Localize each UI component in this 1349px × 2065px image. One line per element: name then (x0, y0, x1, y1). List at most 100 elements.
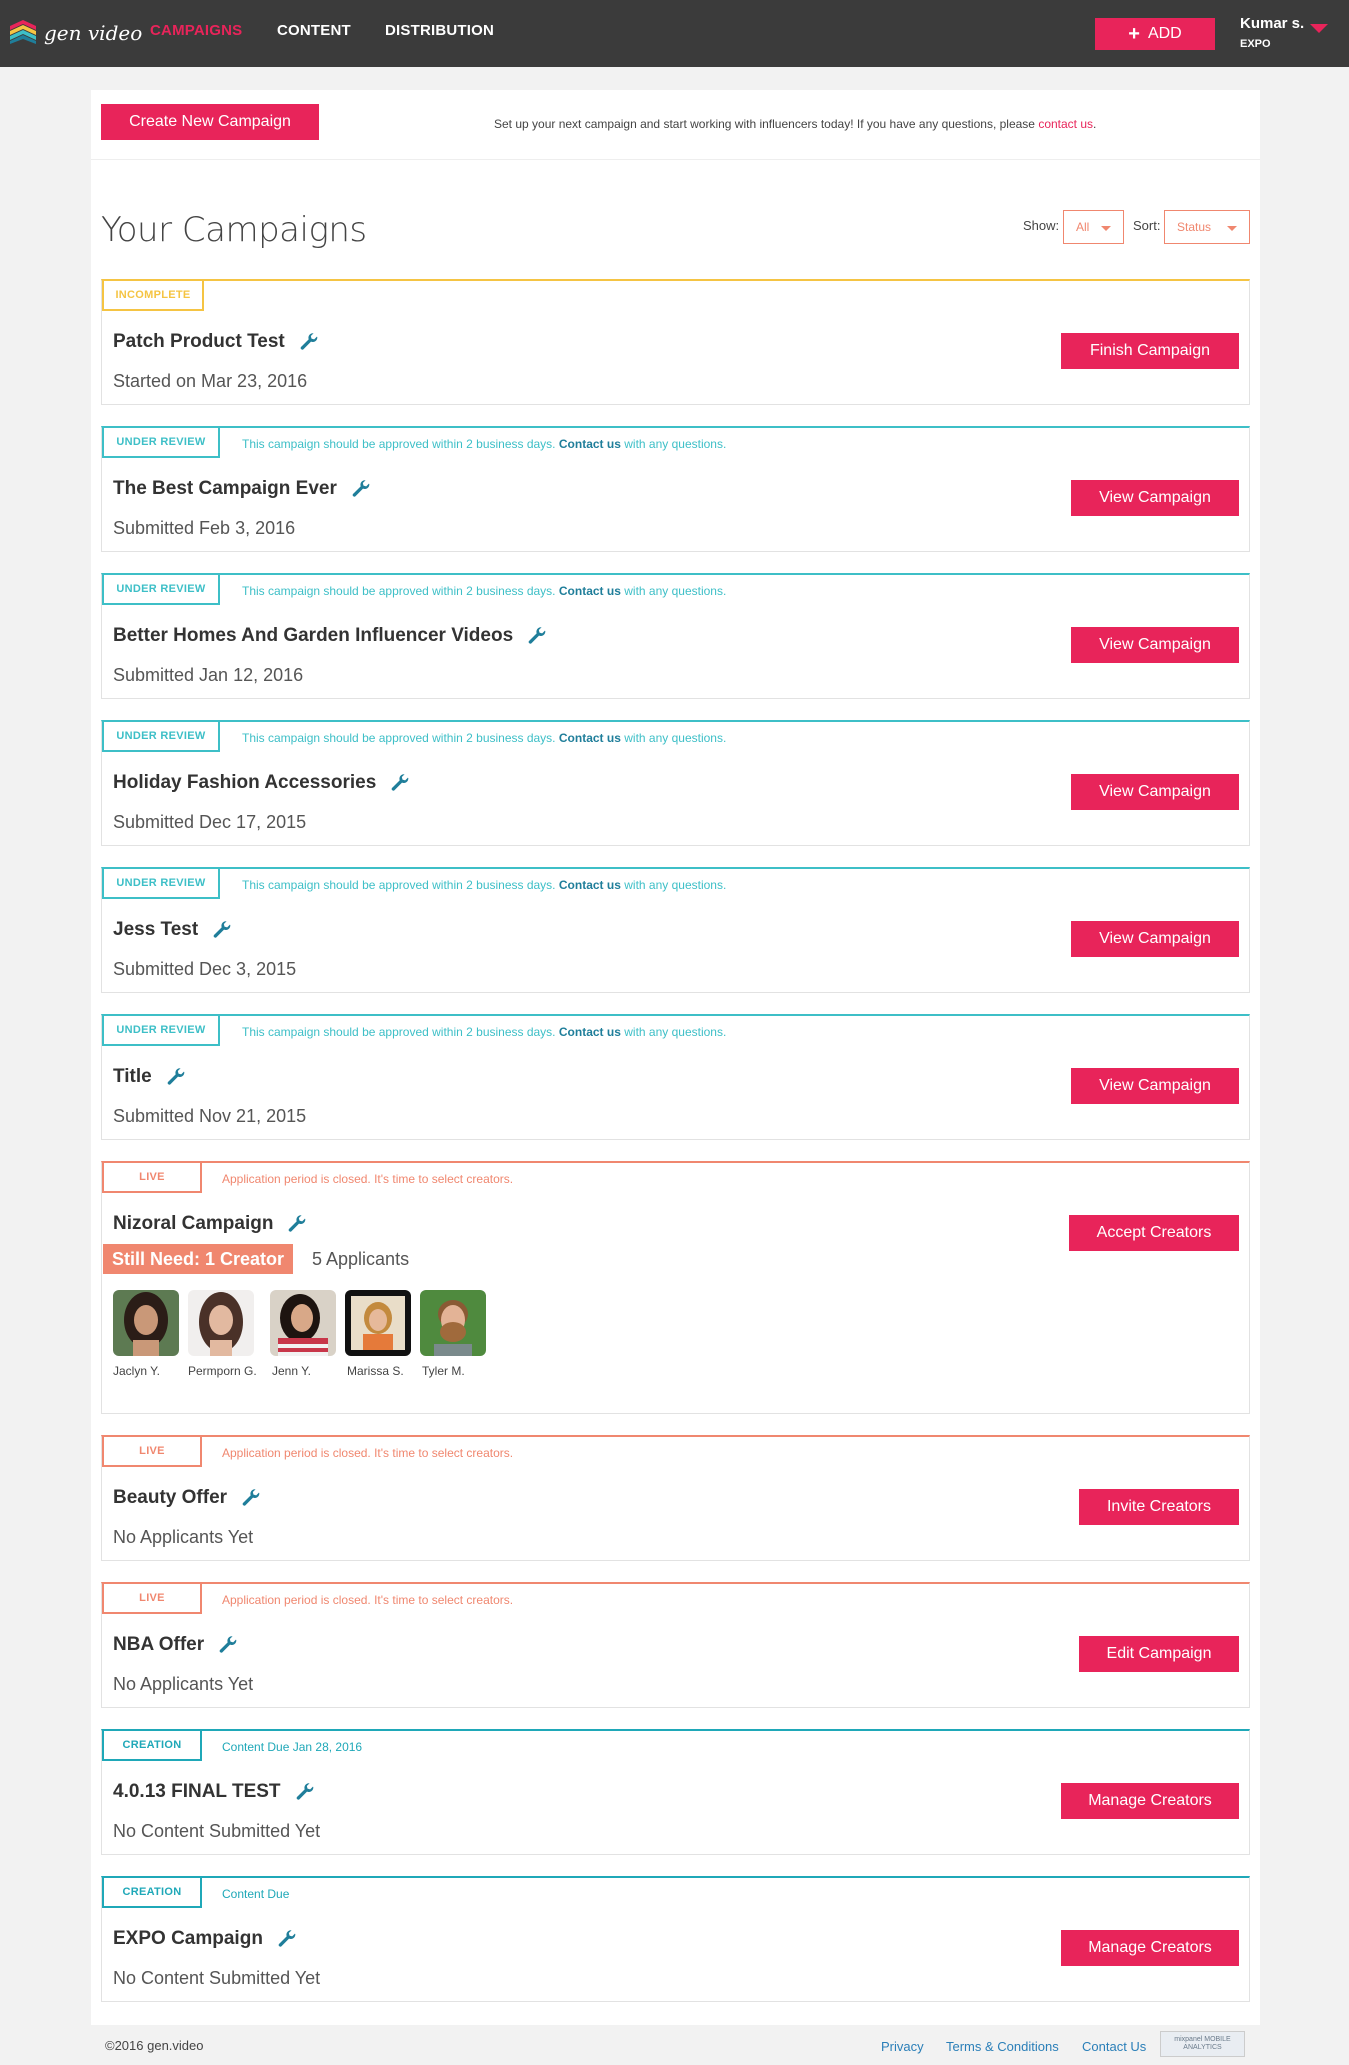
contact-us-link[interactable]: Contact Us (1082, 2039, 1146, 2054)
wrench-icon[interactable] (295, 1782, 315, 1802)
mixpanel-badge[interactable]: mixpanel MOBILE ANALYTICS (1160, 2031, 1245, 2057)
contact-us-link[interactable]: contact us (1038, 117, 1093, 131)
campaign-title[interactable]: EXPO Campaign (113, 1928, 263, 1950)
avatar[interactable] (270, 1290, 336, 1356)
campaign-title[interactable]: Holiday Fashion Accessories (113, 772, 376, 794)
contact-us-link[interactable]: Contact us (559, 1025, 621, 1039)
status-badge: UNDER REVIEW (102, 1016, 220, 1046)
manage-creators-button[interactable]: Manage Creators (1061, 1930, 1239, 1966)
view-campaign-button[interactable]: View Campaign (1071, 1068, 1239, 1104)
avatar[interactable] (345, 1290, 411, 1356)
status-note-text: This campaign should be approved within … (242, 731, 556, 745)
wrench-icon[interactable] (218, 1635, 238, 1655)
campaign-subtitle: Submitted Jan 12, 2016 (113, 665, 304, 685)
wrench-icon[interactable] (241, 1488, 261, 1508)
avatar[interactable] (113, 1290, 179, 1356)
footer: ©2016 gen.video Privacy Terms & Conditio… (91, 2025, 1260, 2065)
campaign-name: Nizoral Campaign (113, 1213, 307, 1235)
campaign-title[interactable]: Beauty Offer (113, 1487, 227, 1509)
contact-us-link[interactable]: Contact us (559, 878, 621, 892)
campaign-card: INCOMPLETE Patch Product Test Started on… (101, 279, 1250, 405)
campaign-title[interactable]: The Best Campaign Ever (113, 478, 337, 500)
add-button[interactable]: + ADD (1095, 18, 1215, 50)
user-menu[interactable]: Kumar s. EXPO (1240, 15, 1304, 50)
show-filter-select[interactable]: All (1063, 210, 1124, 244)
status-badge: UNDER REVIEW (102, 575, 220, 605)
copyright: ©2016 gen.video (105, 2038, 204, 2053)
campaign-card: UNDER REVIEW This campaign should be app… (101, 867, 1250, 993)
nav-campaigns[interactable]: CAMPAIGNS (150, 22, 242, 39)
nav-content[interactable]: CONTENT (277, 22, 351, 39)
campaign-title[interactable]: 4.0.13 FINAL TEST (113, 1781, 281, 1803)
status-note-end: with any questions. (624, 731, 727, 745)
campaign-title[interactable]: Title (113, 1066, 152, 1088)
invite-creators-button[interactable]: Invite Creators (1079, 1489, 1239, 1525)
status-note-text: This campaign should be approved within … (242, 878, 556, 892)
campaign-card: CREATION Content Due EXPO Campaign No Co… (101, 1876, 1250, 2002)
campaign-subtitle: No Applicants Yet (113, 1674, 254, 1694)
wrench-icon[interactable] (299, 332, 319, 352)
campaign-card: CREATION Content Due Jan 28, 2016 4.0.13… (101, 1729, 1250, 1855)
status-note-end: with any questions. (624, 1025, 727, 1039)
page-title: Your Campaigns (101, 210, 367, 250)
campaign-subtitle: Started on Mar 23, 2016 (113, 371, 308, 391)
create-campaign-bar: Create New Campaign Set up your next cam… (91, 90, 1260, 160)
wrench-icon[interactable] (277, 1929, 297, 1949)
status-badge: LIVE (102, 1437, 202, 1467)
sort-label: Sort: (1133, 218, 1161, 233)
logo-text: gen video (44, 21, 143, 45)
wrench-icon[interactable] (287, 1214, 307, 1234)
terms-link[interactable]: Terms & Conditions (946, 2039, 1059, 2054)
campaign-subtitle: No Content Submitted Yet (113, 1821, 321, 1841)
show-label: Show: (1023, 218, 1060, 233)
creator-name: Jenn Y. (272, 1364, 311, 1378)
status-note-end: with any questions. (624, 878, 727, 892)
campaign-subtitle: Submitted Dec 17, 2015 (113, 812, 307, 832)
campaign-title[interactable]: Patch Product Test (113, 331, 285, 353)
campaign-name: NBA Offer (113, 1634, 238, 1656)
avatar[interactable] (420, 1290, 486, 1356)
edit-campaign-button[interactable]: Edit Campaign (1079, 1636, 1239, 1672)
nav-distribution[interactable]: DISTRIBUTION (385, 22, 494, 39)
logo[interactable]: gen video (8, 16, 142, 50)
contact-us-link[interactable]: Contact us (559, 437, 621, 451)
creator-name: Permporn G. (188, 1364, 257, 1378)
status-note-text: This campaign should be approved within … (242, 437, 556, 451)
view-campaign-button[interactable]: View Campaign (1071, 921, 1239, 957)
wrench-icon[interactable] (351, 479, 371, 499)
campaign-card: UNDER REVIEW This campaign should be app… (101, 720, 1250, 846)
wrench-icon[interactable] (212, 920, 232, 940)
view-campaign-button[interactable]: View Campaign (1071, 480, 1239, 516)
sort-select[interactable]: Status (1164, 210, 1250, 244)
campaign-title[interactable]: NBA Offer (113, 1634, 204, 1656)
privacy-link[interactable]: Privacy (881, 2039, 924, 2054)
wrench-icon[interactable] (527, 626, 547, 646)
status-badge: UNDER REVIEW (102, 869, 220, 899)
creator-name: Tyler M. (422, 1364, 465, 1378)
manage-creators-button[interactable]: Manage Creators (1061, 1783, 1239, 1819)
campaign-name: Jess Test (113, 919, 232, 941)
chevron-down-icon[interactable] (1310, 24, 1328, 33)
campaign-card: UNDER REVIEW This campaign should be app… (101, 426, 1250, 552)
wrench-icon[interactable] (390, 773, 410, 793)
campaign-subtitle: Submitted Feb 3, 2016 (113, 518, 296, 538)
contact-us-link[interactable]: Contact us (559, 584, 621, 598)
applicants-count[interactable]: 5 Applicants (312, 1249, 409, 1270)
campaign-subtitle: No Content Submitted Yet (113, 1968, 321, 1988)
campaign-title[interactable]: Better Homes And Garden Influencer Video… (113, 625, 513, 647)
campaign-title[interactable]: Jess Test (113, 919, 198, 941)
view-campaign-button[interactable]: View Campaign (1071, 774, 1239, 810)
campaign-name: Title (113, 1066, 186, 1088)
view-campaign-button[interactable]: View Campaign (1071, 627, 1239, 663)
wrench-icon[interactable] (166, 1067, 186, 1087)
campaign-name: Beauty Offer (113, 1487, 261, 1509)
accept-creators-button[interactable]: Accept Creators (1069, 1215, 1239, 1251)
create-new-campaign-button[interactable]: Create New Campaign (101, 104, 319, 140)
finish-campaign-button[interactable]: Finish Campaign (1061, 333, 1239, 369)
create-message-text: Set up your next campaign and start work… (494, 117, 1039, 131)
avatar[interactable] (188, 1290, 254, 1356)
contact-us-link[interactable]: Contact us (559, 731, 621, 745)
status-badge: UNDER REVIEW (102, 428, 220, 458)
campaign-title[interactable]: Nizoral Campaign (113, 1213, 273, 1235)
campaign-name: 4.0.13 FINAL TEST (113, 1781, 315, 1803)
